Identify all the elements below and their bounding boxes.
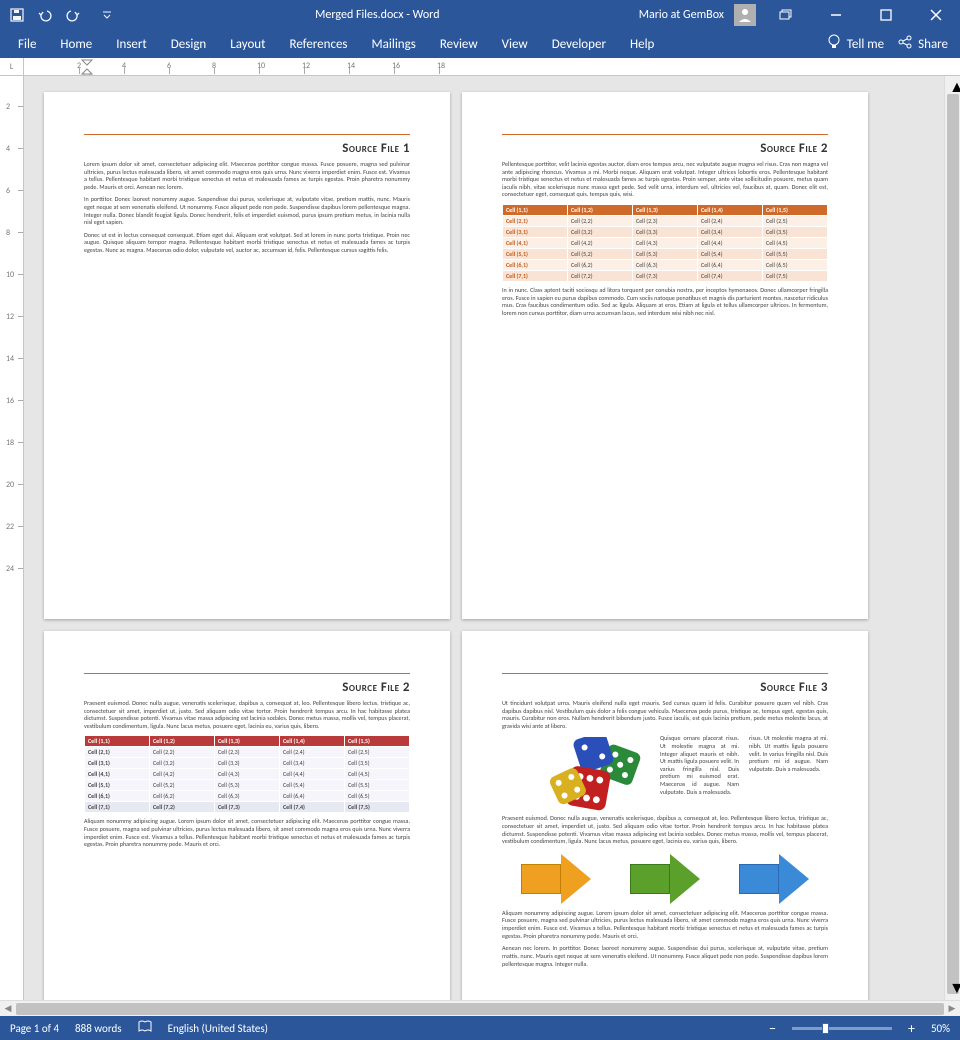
scroll-left-icon[interactable]: ◀ <box>0 1003 16 1014</box>
tab-selector[interactable]: L <box>0 58 24 75</box>
title-bar: Merged Files.docx - Word Mario at GemBox <box>0 0 960 30</box>
restore-down-icon[interactable] <box>766 1 806 29</box>
tab-file[interactable]: File <box>6 33 48 56</box>
user-name: Mario at GemBox <box>639 8 724 22</box>
share-button[interactable]: Share <box>898 35 948 53</box>
horizontal-scrollbar[interactable]: ◀ ▶ <box>0 1000 960 1016</box>
arrow-shapes <box>502 854 828 904</box>
redo-icon[interactable] <box>64 6 82 24</box>
tab-home[interactable]: Home <box>48 33 104 56</box>
book-icon[interactable] <box>138 1020 152 1036</box>
document-canvas[interactable]: Source File 1 Lorem ipsum dolor sit amet… <box>24 76 944 1000</box>
heading-source-file-1: Source File 1 <box>84 141 410 156</box>
zoom-thumb[interactable] <box>822 1023 829 1034</box>
vertical-scrollbar[interactable]: ▲ ▼ <box>944 76 960 1000</box>
minimize-icon[interactable] <box>816 1 856 29</box>
tab-help[interactable]: Help <box>618 33 666 56</box>
person-icon[interactable] <box>734 4 756 26</box>
tab-developer[interactable]: Developer <box>540 33 618 56</box>
status-bar: Page 1 of 4 888 words English (United St… <box>0 1016 960 1040</box>
heading-source-file-3: Source File 3 <box>502 680 828 695</box>
chevron-down-icon[interactable] <box>98 6 116 24</box>
plus-icon[interactable]: + <box>908 1020 915 1037</box>
heading-source-file-2b: Source File 2 <box>84 680 410 695</box>
scroll-right-icon[interactable]: ▶ <box>944 1003 960 1014</box>
vertical-ruler: 24681012141618202224 <box>0 76 24 1000</box>
tab-review[interactable]: Review <box>428 33 490 56</box>
tell-me[interactable]: Tell me <box>827 34 884 54</box>
maximize-icon[interactable] <box>866 1 906 29</box>
undo-icon[interactable] <box>36 6 54 24</box>
data-table-orange: Cell (1,1)Cell (1,2)Cell (1,3)Cell (1,4)… <box>502 204 828 282</box>
scroll-down-icon[interactable]: ▼ <box>949 979 960 998</box>
scrollbar-thumb[interactable] <box>947 94 959 994</box>
language-indicator[interactable]: English (United States) <box>168 1022 268 1035</box>
page-indicator[interactable]: Page 1 of 4 <box>10 1022 59 1035</box>
ribbon: FileHomeInsertDesignLayoutReferencesMail… <box>0 30 960 58</box>
tab-mailings[interactable]: Mailings <box>360 33 428 56</box>
dice-image <box>542 737 652 813</box>
tab-references[interactable]: References <box>278 33 360 56</box>
minus-icon[interactable]: − <box>769 1020 776 1037</box>
hscroll-thumb[interactable] <box>16 1003 944 1015</box>
arrow-shape <box>739 854 809 904</box>
save-icon[interactable] <box>8 6 26 24</box>
word-count[interactable]: 888 words <box>75 1022 122 1035</box>
data-table-red: Cell (1,1)Cell (1,2)Cell (1,3)Cell (1,4)… <box>84 735 410 813</box>
tab-insert[interactable]: Insert <box>104 33 159 56</box>
lightbulb-icon <box>827 34 841 54</box>
page-3: Source File 2 Praesent euismod. Donec nu… <box>44 631 450 1000</box>
page-4: Source File 3 Ut tincidunt volutpat urna… <box>462 631 868 1000</box>
share-icon <box>898 35 912 53</box>
tab-view[interactable]: View <box>490 33 540 56</box>
page-1: Source File 1 Lorem ipsum dolor sit amet… <box>44 92 450 619</box>
heading-source-file-2: Source File 2 <box>502 141 828 156</box>
indent-marker-icon[interactable] <box>80 59 94 75</box>
page-2: Source File 2 Pellentesque porttitor, ve… <box>462 92 868 619</box>
zoom-level[interactable]: 50% <box>931 1022 950 1035</box>
arrow-shape <box>521 854 591 904</box>
close-icon[interactable] <box>916 1 956 29</box>
tab-layout[interactable]: Layout <box>218 33 277 56</box>
document-title: Merged Files.docx - Word <box>116 8 639 22</box>
tab-design[interactable]: Design <box>159 33 218 56</box>
zoom-slider[interactable] <box>792 1027 892 1030</box>
horizontal-ruler: L 24681012141618 <box>0 58 960 76</box>
arrow-shape <box>630 854 700 904</box>
